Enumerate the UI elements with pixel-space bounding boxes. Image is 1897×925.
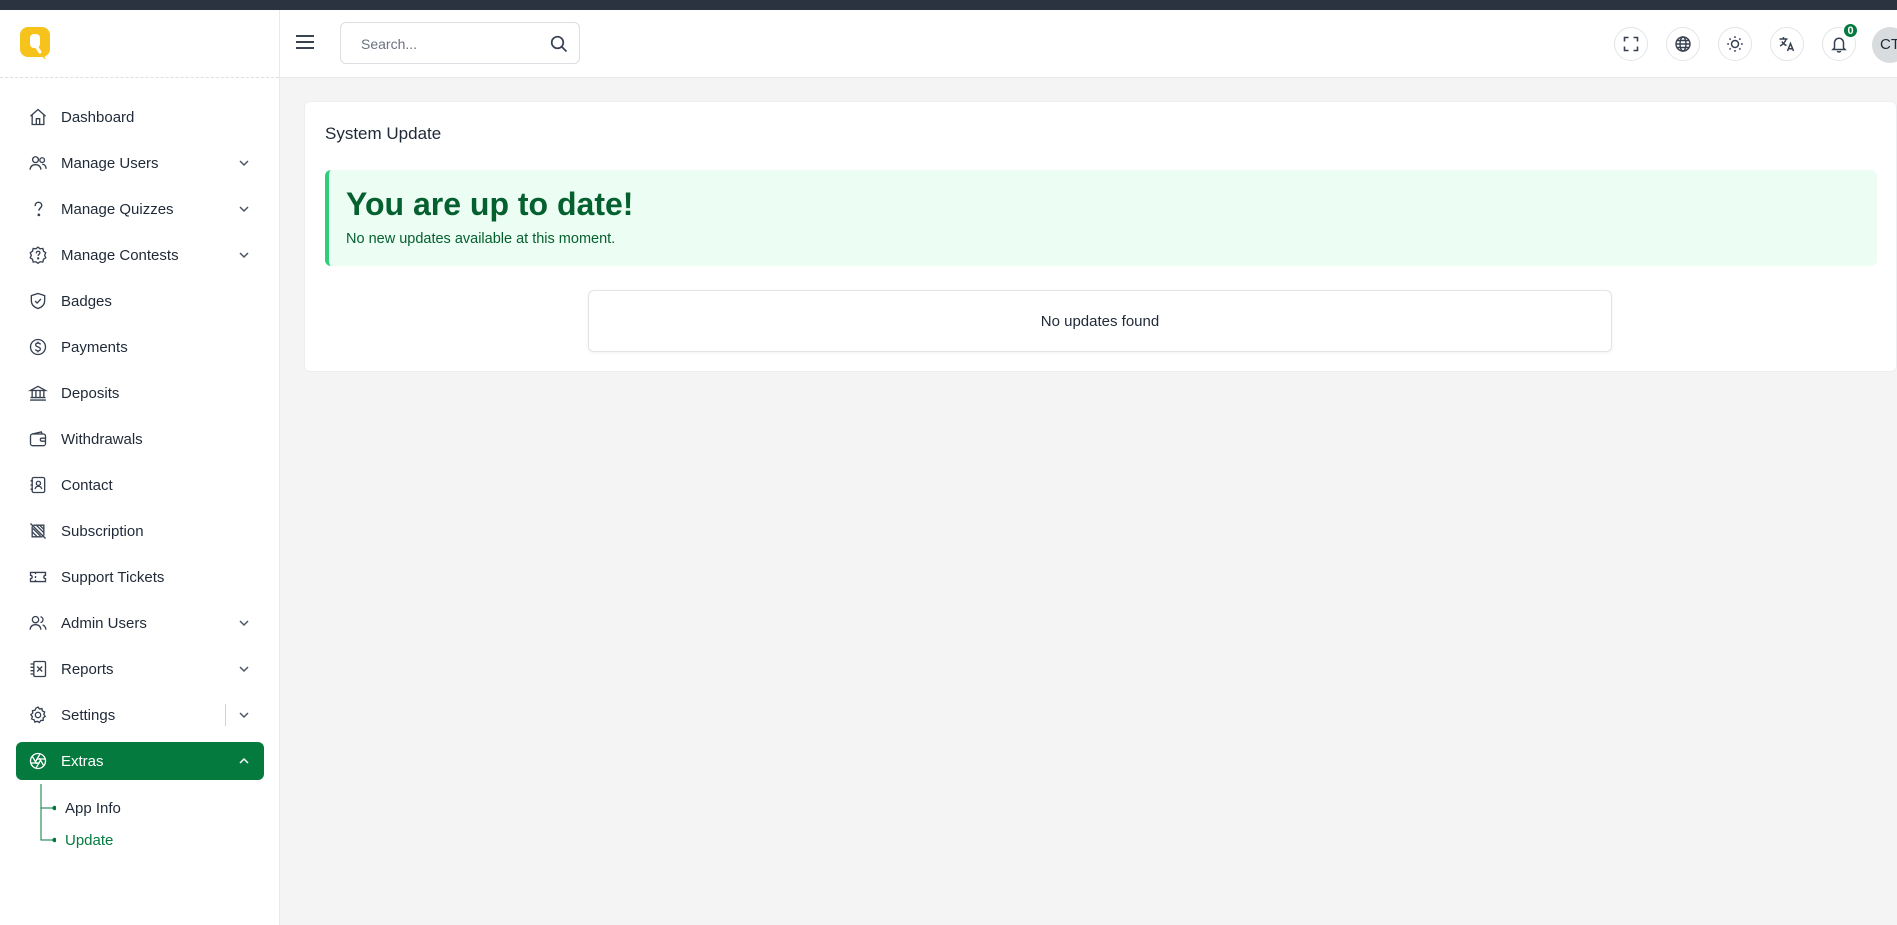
search-input[interactable] — [361, 34, 541, 54]
sidebar-item-label: Subscription — [61, 522, 144, 540]
sidebar-item-label: Dashboard — [61, 108, 135, 126]
home-icon — [28, 107, 48, 127]
language-globe-button[interactable] — [1666, 27, 1700, 61]
up-to-date-alert: You are up to date! No new updates avail… — [325, 170, 1877, 266]
gear-icon — [28, 705, 48, 725]
hamburger-menu-icon[interactable] — [294, 32, 316, 52]
sidebar-item-label: Payments — [61, 338, 128, 356]
submenu-tree-lines — [40, 784, 56, 843]
system-update-card: System Update You are up to date! No new… — [304, 101, 1897, 372]
dollar-circle-icon — [28, 337, 48, 357]
theme-toggle-button[interactable] — [1718, 27, 1752, 61]
avatar[interactable]: CT — [1872, 27, 1897, 63]
browser-top-strip — [0, 0, 1897, 10]
sidebar-item-label: Manage Users — [61, 154, 159, 172]
sidebar-item-label: Manage Quizzes — [61, 200, 174, 218]
sidebar-item-label: Extras — [61, 752, 104, 770]
sidebar-nav: Dashboard Manage Users Manage Quizzes Ma… — [0, 94, 280, 849]
users-icon — [28, 153, 48, 173]
top-header: 0 CT — [280, 10, 1897, 78]
sidebar-item-reports[interactable]: Reports — [16, 646, 264, 692]
aperture-icon — [28, 751, 48, 771]
contact-book-icon — [28, 475, 48, 495]
translate-icon — [1779, 37, 1795, 52]
brand-area — [0, 10, 279, 78]
sidebar: Dashboard Manage Users Manage Quizzes Ma… — [0, 10, 280, 925]
sidebar-item-payments[interactable]: Payments — [16, 324, 264, 370]
sidebar-item-manage-quizzes[interactable]: Manage Quizzes — [16, 186, 264, 232]
sidebar-item-dashboard[interactable]: Dashboard — [16, 94, 264, 140]
sidebar-item-manage-contests[interactable]: Manage Contests — [16, 232, 264, 278]
alert-title: You are up to date! — [346, 186, 634, 222]
sidebar-item-support-tickets[interactable]: Support Tickets — [16, 554, 264, 600]
settings-divider — [225, 704, 226, 726]
sidebar-item-subscription[interactable]: Subscription — [16, 508, 264, 554]
sidebar-item-admin-users[interactable]: Admin Users — [16, 600, 264, 646]
subscription-icon — [28, 521, 48, 541]
search-box — [340, 22, 580, 64]
sidebar-item-label: Reports — [61, 660, 114, 678]
chevron-down-icon[interactable] — [236, 707, 252, 723]
sidebar-item-manage-users[interactable]: Manage Users — [16, 140, 264, 186]
page-title: System Update — [325, 124, 442, 143]
sidebar-item-contact[interactable]: Contact — [16, 462, 264, 508]
notifications-button[interactable]: 0 — [1822, 22, 1859, 61]
app-logo-icon[interactable] — [20, 27, 50, 61]
sidebar-item-label: Contact — [61, 476, 113, 494]
sidebar-item-label: Settings — [61, 706, 116, 724]
sidebar-item-label: Withdrawals — [61, 430, 143, 448]
translate-button[interactable] — [1770, 27, 1804, 61]
sidebar-item-label: Support Tickets — [61, 568, 165, 586]
sun-icon — [1727, 36, 1743, 52]
notification-count-badge: 0 — [1842, 22, 1859, 39]
wallet-icon — [28, 429, 48, 449]
extras-submenu: App Info Update — [40, 784, 280, 849]
sidebar-item-deposits[interactable]: Deposits — [16, 370, 264, 416]
empty-message: No updates found — [1040, 312, 1160, 330]
chevron-up-icon — [239, 757, 249, 764]
sidebar-item-label: Badges — [61, 292, 112, 310]
admin-users-icon — [28, 613, 48, 633]
chevron-down-icon — [239, 160, 249, 167]
chevron-down-icon — [239, 252, 249, 259]
search-icon[interactable] — [549, 34, 569, 54]
chevron-down-icon — [239, 206, 249, 213]
ticket-icon — [28, 567, 48, 587]
sidebar-item-label: Deposits — [61, 384, 120, 402]
submenu-item-app-info[interactable]: App Info — [65, 800, 121, 817]
bank-icon — [28, 383, 48, 403]
globe-icon — [1675, 36, 1691, 52]
sidebar-item-withdrawals[interactable]: Withdrawals — [16, 416, 264, 462]
fullscreen-button[interactable] — [1614, 27, 1648, 61]
sidebar-item-label: Manage Contests — [61, 246, 179, 264]
submenu-item-update[interactable]: Update — [65, 832, 113, 849]
report-icon — [28, 659, 48, 679]
question-circle-icon — [28, 245, 48, 265]
sidebar-item-extras[interactable]: Extras — [16, 742, 264, 780]
fullscreen-icon — [1623, 36, 1639, 52]
chevron-down-icon — [239, 666, 249, 673]
shield-check-icon — [28, 291, 48, 311]
no-updates-box: No updates found — [588, 290, 1612, 352]
sidebar-item-settings[interactable]: Settings — [16, 692, 264, 738]
alert-message: No new updates available at this moment. — [346, 231, 616, 247]
sidebar-item-badges[interactable]: Badges — [16, 278, 264, 324]
question-icon — [28, 199, 48, 219]
chevron-down-icon — [239, 620, 249, 627]
sidebar-item-label: Admin Users — [61, 614, 147, 632]
